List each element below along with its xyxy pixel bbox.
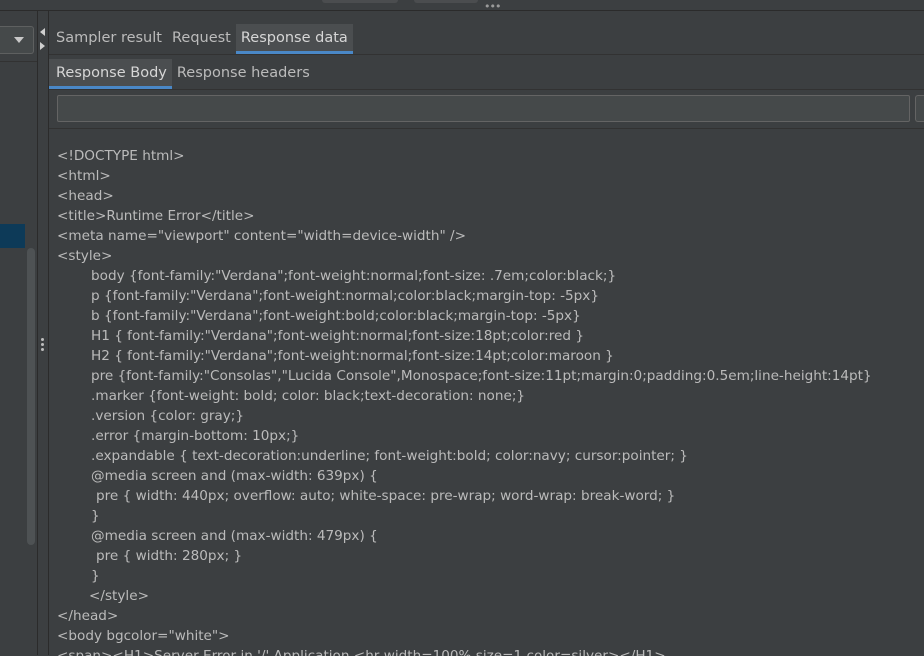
result-details-pane: Sampler result Request Response data Res… <box>48 11 924 656</box>
code-line: <style> <box>57 248 113 264</box>
code-line: pre {font-family:"Consolas","Lucida Cons… <box>91 368 872 384</box>
expand-right-icon[interactable] <box>40 42 45 50</box>
code-line: body {font-family:"Verdana";font-weight:… <box>91 268 617 284</box>
chevron-down-icon <box>14 37 24 43</box>
divider <box>49 54 924 55</box>
tab-request[interactable]: Request <box>167 24 236 54</box>
primary-tabs: Sampler result Request Response data <box>49 24 353 54</box>
code-line: <title>Runtime Error</title> <box>57 208 255 224</box>
top-toolbar-strip: ••• <box>0 0 924 12</box>
tab-sampler-result[interactable]: Sampler result <box>49 24 167 54</box>
divider <box>49 89 924 90</box>
code-line: b {font-family:"Verdana";font-weight:bol… <box>91 308 581 324</box>
selected-tree-row[interactable] <box>0 224 25 248</box>
code-line: <!DOCTYPE html> <box>57 148 185 164</box>
search-button[interactable] <box>915 95 924 122</box>
toolbar-button-stub[interactable] <box>322 0 398 3</box>
response-body-text[interactable]: <!DOCTYPE html> <html> <head> <title>Run… <box>49 128 924 656</box>
tab-response-headers[interactable]: Response headers <box>172 59 315 89</box>
code-line: .version {color: gray;} <box>91 408 245 424</box>
code-line: } <box>91 568 100 584</box>
drag-handle-icon[interactable] <box>41 338 44 353</box>
code-line: <meta name="viewport" content="width=dev… <box>57 228 467 244</box>
code-line: @media screen and (max-width: 479px) { <box>91 528 378 544</box>
tab-response-data[interactable]: Response data <box>235 24 353 54</box>
results-tree-pane <box>0 11 38 656</box>
secondary-tabs: Response Body Response headers <box>49 59 315 89</box>
code-line: .marker {font-weight: bold; color: black… <box>91 388 526 404</box>
toolbar-button-stub[interactable] <box>414 0 478 3</box>
code-line: H1 { font-family:"Verdana";font-weight:n… <box>91 328 584 344</box>
code-line: <html> <box>57 168 111 184</box>
code-line: </style> <box>89 588 149 604</box>
code-line: p {font-family:"Verdana";font-weight:nor… <box>91 288 599 304</box>
code-line: pre { width: 280px; } <box>96 548 243 564</box>
renderer-dropdown[interactable] <box>0 26 34 54</box>
code-line: <body bgcolor="white"> <box>57 628 230 644</box>
code-line: <head> <box>57 188 114 204</box>
collapse-left-icon[interactable] <box>40 28 45 36</box>
code-line: @media screen and (max-width: 639px) { <box>91 468 378 484</box>
code-line: } <box>91 508 100 524</box>
code-line: .error {margin-bottom: 10px;} <box>91 428 300 444</box>
tree-scrollbar[interactable] <box>27 248 35 545</box>
search-input[interactable] <box>57 95 910 122</box>
code-line: pre { width: 440px; overflow: auto; whit… <box>96 488 676 504</box>
code-line: H2 { font-family:"Verdana";font-weight:n… <box>91 348 614 364</box>
pane-splitter[interactable] <box>38 11 48 655</box>
tab-response-body[interactable]: Response Body <box>49 59 172 89</box>
code-line: .expandable { text-decoration:underline;… <box>91 448 688 464</box>
code-line: </head> <box>57 608 119 624</box>
